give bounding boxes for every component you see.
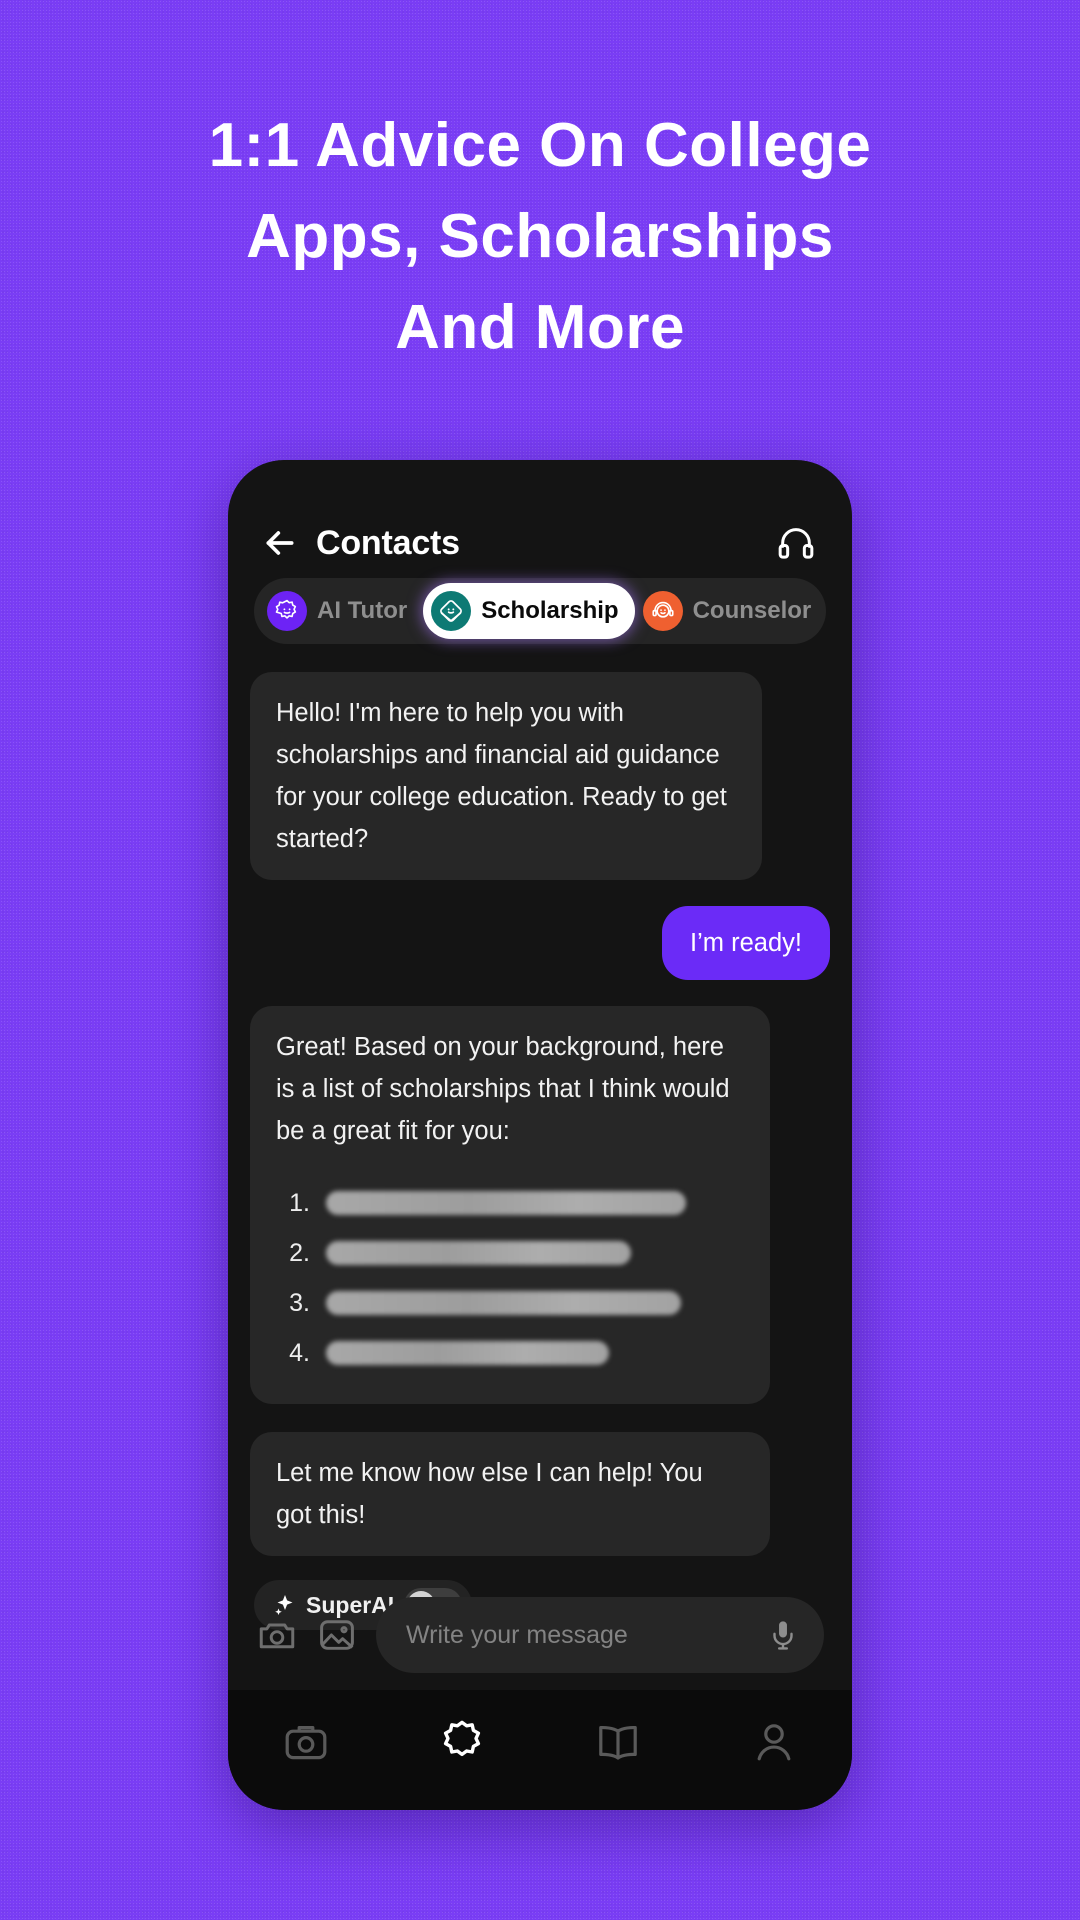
message-row-assistant-1: Hello! I'm here to help you with scholar… xyxy=(250,656,830,880)
tab-ai-tutor[interactable]: AI Tutor xyxy=(259,583,423,639)
tab-counselor[interactable]: Counselor xyxy=(635,583,828,639)
camera-icon[interactable] xyxy=(256,1614,298,1656)
nav-item-home[interactable] xyxy=(384,1706,540,1778)
message-bubble-assistant: Hello! I'm here to help you with scholar… xyxy=(250,672,762,880)
back-arrow-icon[interactable] xyxy=(260,523,300,563)
ai-tutor-star-face-icon xyxy=(267,591,307,631)
tab-label-scholarship: Scholarship xyxy=(481,597,619,624)
book-icon xyxy=(594,1718,642,1766)
nav-item-profile[interactable] xyxy=(696,1706,852,1778)
list-index: 2. xyxy=(289,1239,310,1267)
message-bubble-assistant-list: Great! Based on your background, here is… xyxy=(250,1006,770,1404)
list-item: 1. xyxy=(276,1178,744,1228)
app-header: Contacts xyxy=(228,460,852,580)
person-icon xyxy=(750,1718,798,1766)
tab-label-counselor: Counselor xyxy=(692,597,812,624)
headline-line-2: Apps, Scholarships xyxy=(246,202,834,271)
message-input[interactable]: Write your message xyxy=(376,1597,824,1673)
message-row-assistant-3: Let me know how else I can help! You got… xyxy=(250,1404,830,1556)
page-title: 1:1 Advice On College Apps, Scholarships… xyxy=(0,100,1080,373)
redacted-bar xyxy=(326,1341,609,1365)
message-row-user: I’m ready! xyxy=(250,880,830,980)
list-item: 4. xyxy=(276,1328,744,1378)
message-text: Great! Based on your background, here is… xyxy=(276,1033,730,1145)
counselor-headset-face-icon xyxy=(642,591,683,631)
bottom-navigation xyxy=(228,1690,852,1810)
list-index: 3. xyxy=(289,1289,310,1317)
scholarship-list: 1. 2. 3. 4. xyxy=(276,1178,744,1378)
list-index: 4. xyxy=(289,1339,310,1367)
headline-line-3: And More xyxy=(395,293,685,362)
message-bubble-assistant: Let me know how else I can help! You got… xyxy=(250,1432,770,1556)
nav-item-library[interactable] xyxy=(540,1706,696,1778)
list-item: 2. xyxy=(276,1228,744,1278)
microphone-icon[interactable] xyxy=(766,1618,800,1652)
tab-scholarship[interactable]: Scholarship xyxy=(423,583,635,639)
nav-item-camera[interactable] xyxy=(228,1706,384,1778)
message-bubble-user: I’m ready! xyxy=(662,906,830,980)
tab-label-ai-tutor: AI Tutor xyxy=(317,597,408,624)
message-row-assistant-2: Great! Based on your background, here is… xyxy=(250,980,830,1404)
message-input-placeholder: Write your message xyxy=(406,1620,628,1649)
headline-line-1: 1:1 Advice On College xyxy=(208,111,872,180)
image-icon[interactable] xyxy=(316,1614,358,1656)
chat-thread: Hello! I'm here to help you with scholar… xyxy=(228,656,852,1630)
message-composer: Write your message xyxy=(228,1580,852,1690)
redacted-bar xyxy=(326,1191,686,1215)
starburst-icon xyxy=(438,1718,486,1766)
phone-mockup: Contacts AI Tutor Scholarship Counselor … xyxy=(228,460,852,1810)
list-item: 3. xyxy=(276,1278,744,1328)
headset-icon[interactable] xyxy=(776,523,816,563)
scholarship-cap-face-icon xyxy=(431,591,472,631)
redacted-bar xyxy=(326,1241,631,1265)
camera-icon xyxy=(282,1718,330,1766)
list-index: 1. xyxy=(289,1189,310,1217)
redacted-bar xyxy=(326,1291,681,1315)
page-title-contacts: Contacts xyxy=(316,523,460,562)
contact-tabs: AI Tutor Scholarship Counselor xyxy=(254,578,826,644)
